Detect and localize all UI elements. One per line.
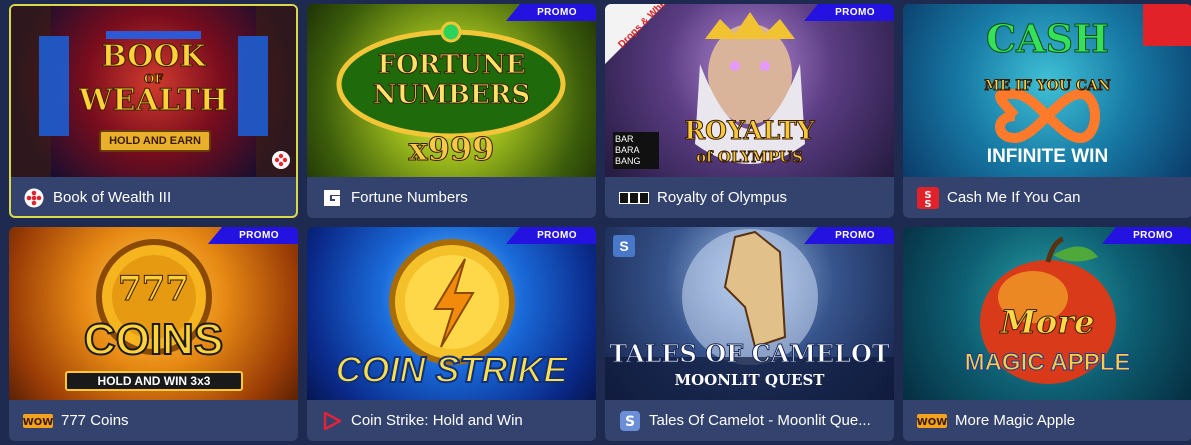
game-thumbnail[interactable]: S TALES OF CAMELOT MOONLIT QUEST PROMO — [605, 227, 894, 400]
promo-badge: PROMO — [506, 227, 596, 244]
game-footer[interactable]: S Tales Of Camelot - Moonlit Que... — [605, 400, 894, 441]
game-thumbnail[interactable]: COIN STRIKE PROMO — [307, 227, 596, 400]
logo-line-3: INFINITE WIN — [986, 146, 1109, 167]
logo-line-2: MAGIC APPLE — [964, 349, 1131, 377]
bar-bara-bang-logo: BAR BARA BANG — [613, 132, 659, 169]
wow-provider-icon: WOW — [917, 410, 947, 432]
game-footer[interactable]: WOW 777 Coins — [9, 400, 298, 441]
game-title: Cash Me If You Can — [947, 189, 1081, 206]
game-card-book-of-wealth-iii[interactable]: BOOK OF WEALTH HOLD AND EARN Book of Wea… — [9, 4, 298, 218]
promo-badge: PROMO — [804, 4, 894, 21]
game-footer[interactable]: Coin Strike: Hold and Win — [307, 400, 596, 441]
bar-provider-icon — [619, 187, 649, 209]
dots-provider-icon — [23, 187, 45, 209]
promo-badge: PROMO — [506, 4, 596, 21]
game-footer[interactable]: Book of Wealth III — [9, 177, 298, 218]
game-thumbnail[interactable]: FORTUNE NUMBERS x999 PROMO — [307, 4, 596, 177]
game-title: Royalty of Olympus — [657, 189, 788, 206]
game-card-tales-of-camelot[interactable]: S TALES OF CAMELOT MOONLIT QUEST PROMO S… — [605, 227, 894, 441]
game-card-cash-me-if-you-can[interactable]: CASH ME IF YOU CAN INFINITE WIN SS Cash … — [903, 4, 1191, 218]
logo-line-3: HOLD AND WIN 3x3 — [65, 371, 243, 391]
logo-line-1: COIN STRIKE — [334, 348, 568, 391]
wow-provider-icon: WOW — [23, 410, 53, 432]
game-title: 777 Coins — [61, 412, 129, 429]
game-title: Tales Of Camelot - Moonlit Que... — [649, 412, 871, 429]
logo-line-3: WEALTH — [78, 83, 229, 118]
logo-line-1: TALES OF CAMELOT — [609, 339, 891, 369]
logo-line-2: NUMBERS — [372, 80, 531, 111]
game-footer[interactable]: Fortune Numbers — [307, 177, 596, 218]
logo-line-3: x999 — [408, 130, 495, 169]
svg-text:WOW: WOW — [23, 417, 53, 428]
game-card-777-coins[interactable]: 777 COINS HOLD AND WIN 3x3 PROMO WOW 777… — [9, 227, 298, 441]
logo-line-1: 777 — [118, 269, 190, 310]
game-thumbnail[interactable]: CASH ME IF YOU CAN INFINITE WIN — [903, 4, 1191, 177]
promo-badge: PROMO — [1102, 227, 1191, 244]
game-thumbnail[interactable]: Drops & Wheels ROYALTY of OLYMPUS BAR BA… — [605, 4, 894, 177]
play-provider-icon — [321, 410, 343, 432]
game-footer[interactable]: WOW More Magic Apple — [903, 400, 1191, 441]
s-provider-icon: SS — [917, 186, 939, 209]
game-card-fortune-numbers[interactable]: FORTUNE NUMBERS x999 PROMO Fortune Numbe… — [307, 4, 596, 218]
game-title: More Magic Apple — [955, 412, 1076, 429]
game-title: Coin Strike: Hold and Win — [351, 412, 523, 429]
logo-line-2: COINS — [83, 314, 224, 365]
provider-badge-icon — [272, 151, 290, 169]
svg-text:WOW: WOW — [917, 417, 947, 428]
game-footer[interactable]: Royalty of Olympus — [605, 177, 894, 218]
svg-text:S: S — [924, 199, 931, 209]
logo-line-1: More — [1000, 303, 1095, 342]
promo-badge: PROMO — [208, 227, 298, 244]
game-footer[interactable]: SS Cash Me If You Can — [903, 177, 1191, 218]
promo-badge: PROMO — [804, 227, 894, 244]
logo-line-1: BOOK — [101, 39, 206, 74]
g-provider-icon — [321, 187, 343, 209]
logo-line-1: FORTUNE — [377, 50, 526, 81]
game-thumbnail[interactable]: 777 COINS HOLD AND WIN 3x3 PROMO — [9, 227, 298, 400]
game-card-more-magic-apple[interactable]: More MAGIC APPLE PROMO WOW More Magic Ap… — [903, 227, 1191, 441]
game-card-coin-strike[interactable]: COIN STRIKE PROMO Coin Strike: Hold and … — [307, 227, 596, 441]
game-title: Fortune Numbers — [351, 189, 468, 206]
game-grid: BOOK OF WEALTH HOLD AND EARN Book of Wea… — [0, 0, 1191, 445]
s-badge-icon: S — [613, 235, 635, 257]
logo-line-4: HOLD AND EARN — [99, 130, 211, 152]
logo-line-2: ME IF YOU CAN — [984, 78, 1111, 95]
game-title: Book of Wealth III — [53, 189, 172, 206]
game-thumbnail[interactable]: More MAGIC APPLE PROMO — [903, 227, 1191, 400]
game-card-royalty-of-olympus[interactable]: Drops & Wheels ROYALTY of OLYMPUS BAR BA… — [605, 4, 894, 218]
game-thumbnail[interactable]: BOOK OF WEALTH HOLD AND EARN — [11, 6, 296, 177]
logo-line-2: MOONLIT QUEST — [674, 371, 825, 389]
s-blue-provider-icon: S — [619, 410, 641, 432]
logo-line-1: CASH — [985, 16, 1110, 62]
svg-text:S: S — [625, 414, 635, 430]
